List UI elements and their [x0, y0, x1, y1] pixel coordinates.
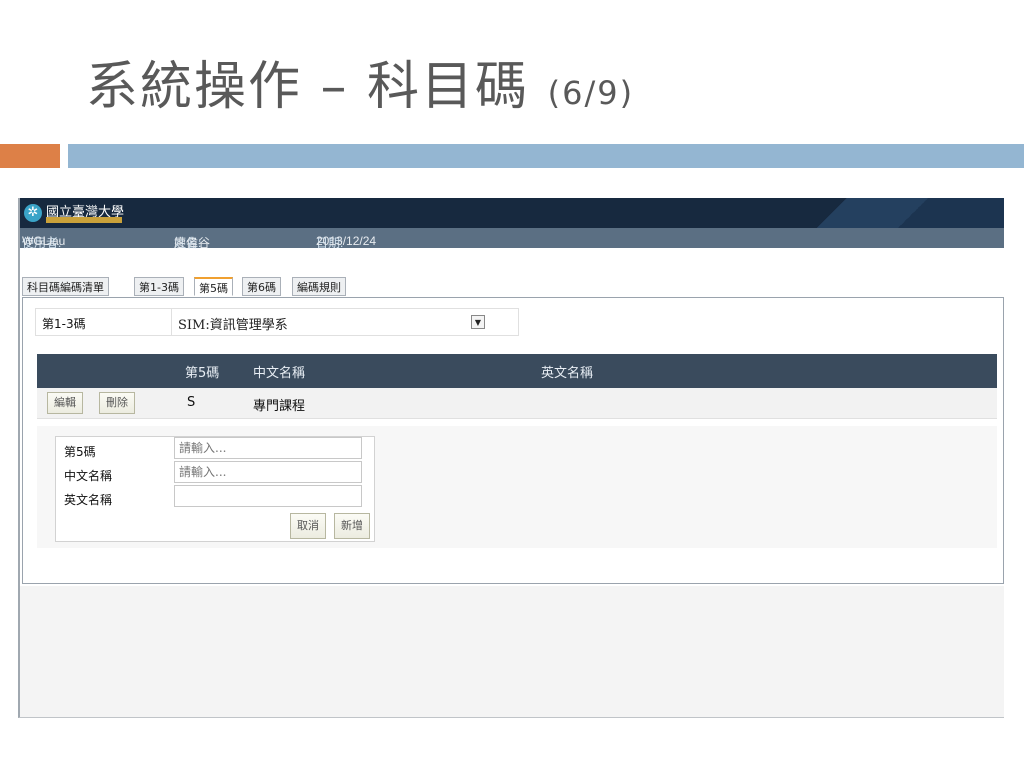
- tab-code-6[interactable]: 第6碼: [242, 277, 281, 296]
- selector-label: 第1-3碼: [42, 317, 86, 331]
- row-name-zh: 專門課程: [253, 399, 306, 414]
- selector-divider: [171, 309, 172, 335]
- add-form: 第5碼 中文名稱 英文名稱 取消 新增: [55, 436, 375, 542]
- department-selector-row: 第1-3碼 SIM:資訊管理學系 ▼: [35, 308, 519, 336]
- field-label-name-zh: 中文名稱: [64, 469, 113, 483]
- add-button[interactable]: 新增: [334, 513, 370, 539]
- field-label-name-en: 英文名稱: [64, 493, 113, 507]
- cancel-button[interactable]: 取消: [290, 513, 326, 539]
- delete-button[interactable]: 刪除: [99, 392, 135, 414]
- lower-blank-area: [20, 586, 1004, 717]
- edit-button[interactable]: 編輯: [47, 392, 83, 414]
- table-header: 第5碼 中文名稱 英文名稱: [37, 354, 997, 388]
- name-zh-input[interactable]: [174, 461, 362, 483]
- app-screenshot: ✲ 國立臺灣大學 使用者: WGLiau 姓名: 廖偉谷 日期: 2013/12/24…: [18, 198, 1004, 718]
- slide-title-text: 系統操作 – 科目碼: [86, 57, 530, 117]
- tab-panel: 第1-3碼 SIM:資訊管理學系 ▼ 第5碼 中文名稱 英文名稱 編輯 刪除 S…: [22, 297, 1004, 584]
- tab-code-list[interactable]: 科目碼編碼清單: [22, 277, 109, 296]
- column-header-code5: 第5碼: [185, 366, 220, 381]
- name-en-input[interactable]: [174, 485, 362, 507]
- tab-encoding-rules[interactable]: 編碼規則: [292, 277, 346, 296]
- column-header-name-zh: 中文名稱: [253, 366, 306, 381]
- banner-decoration: [766, 198, 1004, 228]
- slide-title: 系統操作 – 科目碼 (6/9): [86, 44, 634, 119]
- row-code: S: [187, 395, 196, 410]
- slide-page-number: (6/9): [547, 74, 635, 112]
- user-info-bar: 使用者: WGLiau 姓名: 廖偉谷 日期: 2013/12/24: [20, 228, 1004, 250]
- department-select[interactable]: SIM:資訊管理學系: [178, 314, 288, 333]
- field-label-code5: 第5碼: [64, 445, 96, 459]
- table-row: 編輯 刪除 S 專門課程: [37, 388, 997, 419]
- tab-code-1-3[interactable]: 第1-3碼: [134, 277, 184, 296]
- title-accent-orange: [0, 144, 60, 168]
- tab-code-5[interactable]: 第5碼: [194, 277, 233, 296]
- code5-input[interactable]: [174, 437, 362, 459]
- column-header-name-en: 英文名稱: [541, 366, 594, 381]
- add-form-area: 第5碼 中文名稱 英文名稱 取消 新增: [37, 426, 997, 548]
- university-emblem-icon: ✲: [24, 204, 42, 222]
- title-accent-blue: [68, 144, 1024, 168]
- logo-ribbon: [46, 217, 122, 223]
- app-banner: ✲ 國立臺灣大學: [20, 198, 1004, 228]
- dropdown-arrow-icon[interactable]: ▼: [471, 315, 485, 329]
